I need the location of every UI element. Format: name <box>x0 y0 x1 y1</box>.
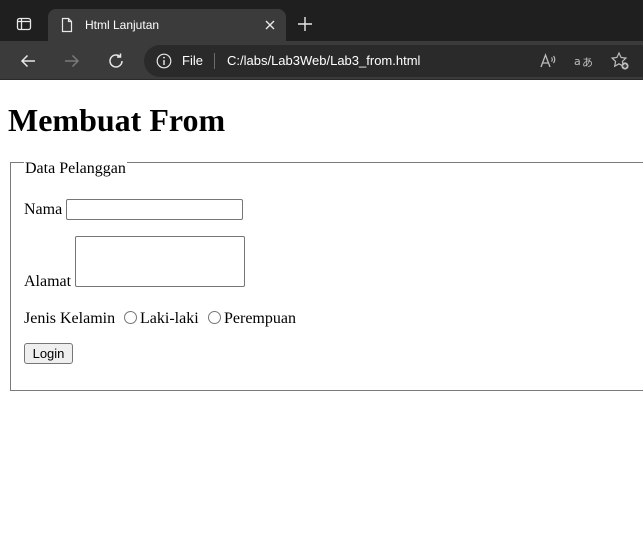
page-title: Membuat From <box>8 102 226 138</box>
page-content: Membuat From Data Pelanggan Nama Alamat … <box>0 80 643 533</box>
translate-icon[interactable]: a あ <box>574 51 594 71</box>
navigation-toolbar: File C:/labs/Lab3Web/Lab3_from.html a あ <box>0 41 643 80</box>
close-icon[interactable] <box>258 13 282 37</box>
address-scheme: File <box>182 53 203 68</box>
nama-input[interactable] <box>66 199 243 220</box>
address-url[interactable]: C:/labs/Lab3Web/Lab3_from.html <box>227 53 420 68</box>
tab-actions-icon[interactable] <box>8 8 40 40</box>
reload-icon[interactable] <box>102 47 130 75</box>
arrow-right-icon[interactable] <box>58 47 86 75</box>
fieldset-legend: Data Pelanggan <box>24 160 127 178</box>
read-aloud-icon[interactable] <box>538 51 558 71</box>
alamat-label: Alamat <box>24 273 72 290</box>
document-icon <box>59 17 75 33</box>
tab-title: Html Lanjutan <box>85 18 160 32</box>
gender-label: Jenis Kelamin <box>24 310 116 327</box>
info-icon[interactable] <box>156 53 172 69</box>
add-favorite-icon[interactable] <box>610 51 630 71</box>
tab-html-lanjutan[interactable]: Html Lanjutan <box>48 9 286 41</box>
tab-bar: Html Lanjutan <box>0 0 643 41</box>
plus-icon[interactable] <box>293 12 317 36</box>
radio-perempuan[interactable] <box>208 311 221 324</box>
address-bar[interactable]: File C:/labs/Lab3Web/Lab3_from.html a あ <box>144 45 643 77</box>
svg-text:あ: あ <box>582 56 593 69</box>
radio-label-laki-laki: Laki-laki <box>140 310 199 327</box>
alamat-textarea[interactable] <box>75 236 245 287</box>
address-separator <box>214 53 215 69</box>
login-button[interactable]: Login <box>24 343 73 364</box>
radio-label-perempuan: Perempuan <box>224 310 296 327</box>
radio-laki-laki[interactable] <box>124 311 137 324</box>
nama-label: Nama <box>24 201 63 218</box>
svg-text:a: a <box>574 55 581 68</box>
arrow-left-icon[interactable] <box>14 47 42 75</box>
